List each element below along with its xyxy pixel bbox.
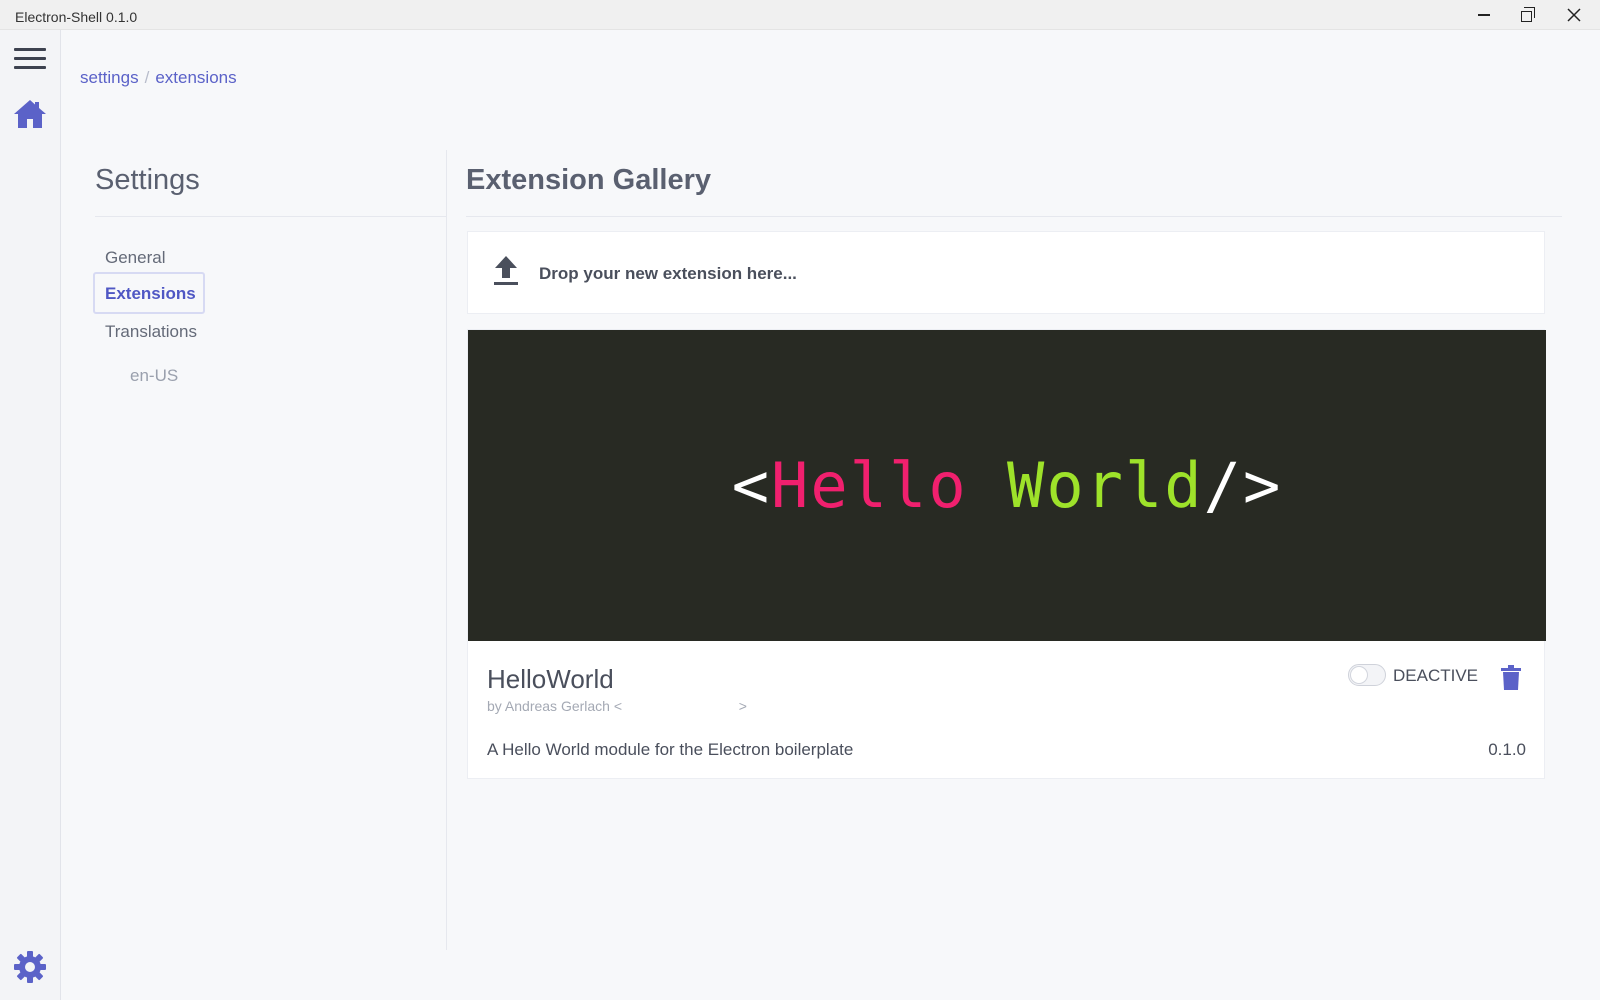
activate-toggle[interactable] bbox=[1348, 664, 1386, 686]
dropzone-text: Drop your new extension here... bbox=[539, 264, 797, 283]
window-title: Electron-Shell 0.1.0 bbox=[15, 9, 138, 25]
status-label: DEACTIVE bbox=[1393, 666, 1479, 685]
extension-dropzone[interactable]: Drop your new extension here... bbox=[467, 231, 1545, 314]
nav-item-general[interactable]: General bbox=[105, 248, 165, 268]
breadcrumb-separator: / bbox=[144, 68, 150, 87]
extension-card: <Hello World/> HelloWorld by Andreas Ger… bbox=[467, 329, 1546, 779]
minimize-button[interactable] bbox=[1461, 0, 1507, 30]
extension-author: by Andreas Gerlach < > bbox=[487, 698, 747, 714]
restore-button[interactable] bbox=[1506, 0, 1552, 30]
home-icon[interactable] bbox=[13, 98, 47, 130]
close-icon bbox=[1567, 8, 1581, 22]
extension-name: HelloWorld bbox=[487, 664, 614, 694]
toggle-knob bbox=[1350, 666, 1368, 684]
divider bbox=[95, 216, 447, 217]
minimize-icon bbox=[1478, 14, 1490, 16]
side-rail bbox=[0, 30, 61, 1000]
banner-word-hello: Hello bbox=[771, 449, 968, 522]
banner-open-tag: < bbox=[731, 449, 772, 522]
breadcrumb-extensions[interactable]: extensions bbox=[155, 68, 236, 87]
upload-icon bbox=[494, 256, 518, 285]
banner-text: <Hello World/> bbox=[732, 449, 1283, 522]
extension-version: 0.1.0 bbox=[1488, 740, 1526, 759]
extension-description: A Hello World module for the Electron bo… bbox=[487, 740, 854, 759]
settings-nav: Settings General Extensions Translations… bbox=[93, 150, 447, 950]
nav-item-extensions[interactable]: Extensions bbox=[93, 272, 205, 314]
nav-item-en-us[interactable]: en-US bbox=[130, 366, 178, 386]
divider bbox=[466, 216, 1562, 217]
trash-icon[interactable] bbox=[1500, 665, 1522, 691]
title-bar: Electron-Shell 0.1.0 bbox=[0, 0, 1600, 30]
breadcrumb-settings[interactable]: settings bbox=[80, 68, 139, 87]
nav-item-translations[interactable]: Translations bbox=[105, 322, 197, 342]
close-button[interactable] bbox=[1551, 0, 1597, 30]
breadcrumb: settings / extensions bbox=[80, 68, 237, 88]
hamburger-menu-icon[interactable] bbox=[14, 48, 46, 72]
settings-title: Settings bbox=[95, 164, 200, 196]
banner-word-world: World bbox=[1007, 449, 1204, 522]
extension-banner: <Hello World/> bbox=[468, 330, 1546, 641]
gallery-title: Extension Gallery bbox=[466, 164, 711, 196]
banner-close-tag: /> bbox=[1203, 449, 1283, 522]
restore-icon bbox=[1521, 11, 1532, 22]
gear-icon[interactable] bbox=[12, 949, 48, 985]
